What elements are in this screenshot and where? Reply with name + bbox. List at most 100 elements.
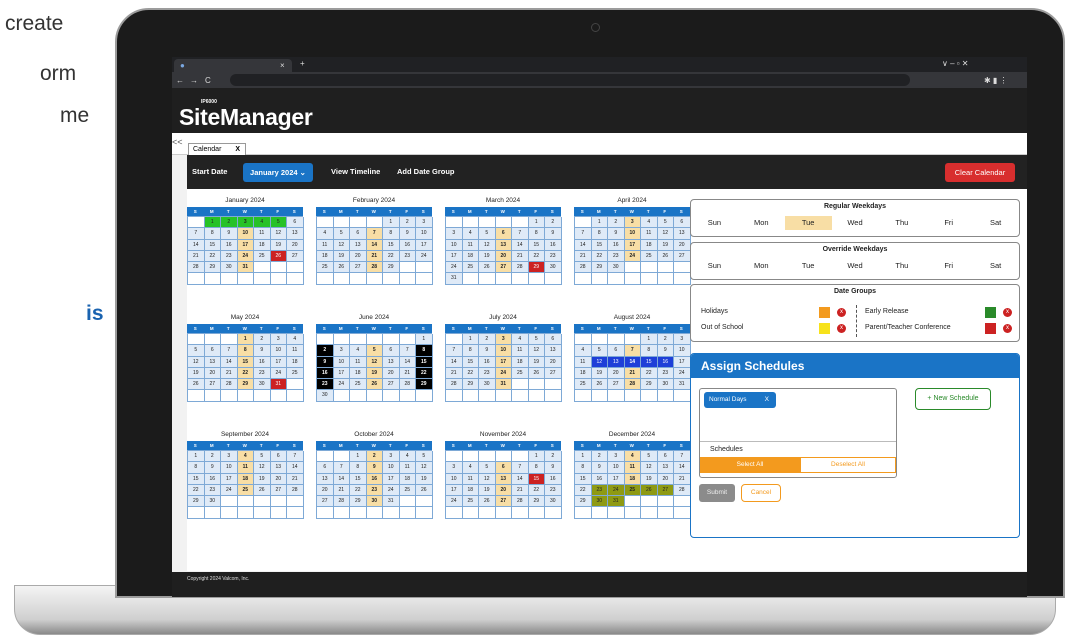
day-cell[interactable]: 19 xyxy=(333,250,350,263)
day-cell[interactable]: 13 xyxy=(350,239,367,251)
day-cell[interactable]: 28 xyxy=(366,262,383,274)
day-cell[interactable]: 18 xyxy=(287,356,304,368)
day-cell[interactable]: 17 xyxy=(495,356,512,368)
day-cell[interactable]: 24 xyxy=(237,250,254,263)
day-cell[interactable]: 23 xyxy=(317,379,334,391)
day-cell[interactable]: 3 xyxy=(446,462,463,474)
regular-day-tue[interactable]: Tue xyxy=(784,216,832,230)
regular-day-sun[interactable]: Sun xyxy=(691,216,738,230)
day-cell[interactable]: 18 xyxy=(462,484,479,497)
day-cell[interactable]: 12 xyxy=(591,356,608,368)
day-cell[interactable]: 16 xyxy=(399,239,416,251)
day-cell[interactable]: 2 xyxy=(545,451,562,463)
add-date-group-button[interactable]: Add Date Group xyxy=(397,167,455,176)
day-cell[interactable]: 13 xyxy=(495,239,512,251)
day-cell[interactable]: 14 xyxy=(366,239,383,251)
day-cell[interactable]: 13 xyxy=(317,473,334,485)
day-cell[interactable]: 24 xyxy=(674,367,691,380)
day-cell[interactable]: 18 xyxy=(512,356,529,368)
day-cell[interactable]: 14 xyxy=(674,462,691,474)
day-cell[interactable]: 5 xyxy=(657,217,674,229)
day-cell[interactable]: 11 xyxy=(254,228,271,240)
day-cell[interactable]: 2 xyxy=(608,217,625,229)
day-cell[interactable]: 19 xyxy=(188,367,205,380)
day-cell[interactable]: 2 xyxy=(317,345,334,357)
normal-days-chip[interactable]: Normal Days X xyxy=(704,392,776,408)
day-cell[interactable]: 1 xyxy=(575,451,592,463)
day-cell[interactable]: 23 xyxy=(608,250,625,263)
day-cell[interactable]: 25 xyxy=(237,484,254,497)
day-cell[interactable]: 21 xyxy=(674,473,691,485)
day-cell[interactable]: 26 xyxy=(416,484,433,497)
day-cell[interactable]: 2 xyxy=(254,334,271,346)
day-cell[interactable]: 6 xyxy=(350,228,367,240)
day-cell[interactable]: 31 xyxy=(446,273,463,285)
day-cell[interactable]: 16 xyxy=(254,356,271,368)
day-cell[interactable]: 29 xyxy=(188,496,205,508)
day-cell[interactable]: 8 xyxy=(383,228,400,240)
day-cell[interactable]: 3 xyxy=(383,451,400,463)
day-cell[interactable]: 7 xyxy=(575,228,592,240)
day-cell[interactable]: 23 xyxy=(591,484,608,497)
day-cell[interactable]: 6 xyxy=(287,217,304,229)
day-cell[interactable]: 12 xyxy=(479,239,496,251)
day-cell[interactable]: 9 xyxy=(591,462,608,474)
day-cell[interactable]: 28 xyxy=(446,379,463,391)
regular-day-sat[interactable]: Sat xyxy=(972,216,1019,230)
day-cell[interactable]: 31 xyxy=(383,496,400,508)
day-cell[interactable]: 26 xyxy=(657,250,674,263)
day-cell[interactable]: 4 xyxy=(462,462,479,474)
day-cell[interactable]: 14 xyxy=(333,473,350,485)
day-cell[interactable]: 13 xyxy=(383,356,400,368)
day-cell[interactable]: 4 xyxy=(462,228,479,240)
day-cell[interactable]: 20 xyxy=(495,484,512,497)
day-cell[interactable]: 15 xyxy=(237,356,254,368)
day-cell[interactable]: 2 xyxy=(221,217,238,229)
day-cell[interactable]: 1 xyxy=(528,217,545,229)
day-cell[interactable]: 13 xyxy=(270,462,287,474)
day-cell[interactable]: 24 xyxy=(608,484,625,497)
day-cell[interactable]: 10 xyxy=(237,228,254,240)
day-cell[interactable]: 25 xyxy=(512,367,529,380)
day-cell[interactable]: 26 xyxy=(479,262,496,274)
day-cell[interactable]: 23 xyxy=(657,367,674,380)
back-icon[interactable]: ← xyxy=(176,74,184,87)
day-cell[interactable]: 29 xyxy=(641,379,658,391)
day-cell[interactable]: 24 xyxy=(495,367,512,380)
day-cell[interactable]: 24 xyxy=(383,484,400,497)
day-cell[interactable]: 27 xyxy=(545,367,562,380)
day-cell[interactable]: 24 xyxy=(416,250,433,263)
day-cell[interactable]: 21 xyxy=(446,367,463,380)
day-cell[interactable]: 19 xyxy=(479,484,496,497)
day-cell[interactable]: 10 xyxy=(270,345,287,357)
day-cell[interactable]: 17 xyxy=(221,473,238,485)
address-bar[interactable] xyxy=(230,74,910,86)
window-controls[interactable]: ∨ – ▫ ✕ xyxy=(942,57,969,70)
day-cell[interactable]: 16 xyxy=(479,356,496,368)
day-cell[interactable]: 14 xyxy=(399,356,416,368)
day-cell[interactable]: 19 xyxy=(641,473,658,485)
day-cell[interactable]: 6 xyxy=(270,451,287,463)
day-cell[interactable]: 22 xyxy=(237,367,254,380)
day-cell[interactable]: 17 xyxy=(333,367,350,380)
day-cell[interactable]: 19 xyxy=(270,239,287,251)
day-cell[interactable]: 7 xyxy=(188,228,205,240)
day-cell[interactable]: 7 xyxy=(624,345,641,357)
day-cell[interactable]: 21 xyxy=(624,367,641,380)
day-cell[interactable]: 6 xyxy=(657,451,674,463)
tab-close-icon[interactable]: × xyxy=(280,59,285,72)
day-cell[interactable]: 10 xyxy=(608,462,625,474)
day-cell[interactable]: 13 xyxy=(204,356,221,368)
day-cell[interactable]: 22 xyxy=(383,250,400,263)
day-cell[interactable]: 28 xyxy=(512,496,529,508)
day-cell[interactable]: 5 xyxy=(188,345,205,357)
day-cell[interactable]: 11 xyxy=(317,239,334,251)
day-cell[interactable]: 6 xyxy=(608,345,625,357)
day-cell[interactable]: 20 xyxy=(383,367,400,380)
day-cell[interactable]: 6 xyxy=(545,334,562,346)
day-cell[interactable]: 15 xyxy=(528,473,545,485)
early-release-swatch[interactable] xyxy=(985,307,996,318)
day-cell[interactable]: 17 xyxy=(237,239,254,251)
day-cell[interactable]: 16 xyxy=(545,239,562,251)
day-cell[interactable]: 15 xyxy=(462,356,479,368)
